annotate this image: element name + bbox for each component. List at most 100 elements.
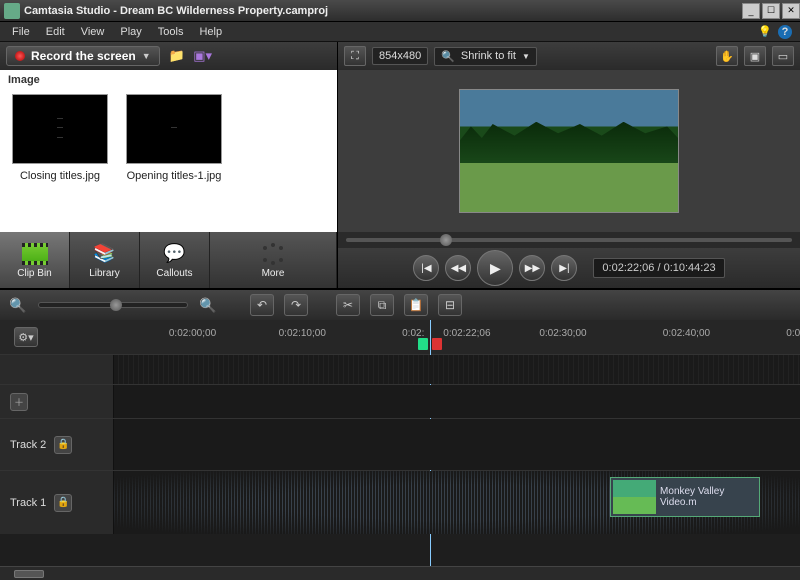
menu-view[interactable]: View [73, 24, 113, 40]
thumbnail-label: Opening titles-1.jpg [127, 170, 222, 182]
paste-button[interactable]: 📋 [404, 294, 428, 316]
ruler-tick: 0:02: [402, 328, 424, 339]
preview-toolbar: ⛶ 854x480 🔍Shrink to fit▼ ✋ ▣ ▭ [338, 42, 800, 70]
minimize-button[interactable]: _ [742, 3, 760, 19]
ruler-tick: 0:00: [786, 328, 800, 339]
video-frame [459, 89, 679, 213]
import-dropdown-button[interactable]: ▣▾ [194, 48, 212, 64]
record-screen-button[interactable]: Record the screen ▼ [6, 46, 160, 66]
track-label: Track 2 [10, 439, 46, 451]
clipbin-item[interactable]: ········· Closing titles.jpg [10, 94, 110, 182]
scrub-bar[interactable] [338, 232, 800, 248]
track-label: Track 1 [10, 497, 46, 509]
zoom-dropdown[interactable]: 🔍Shrink to fit▼ [434, 47, 537, 66]
clip-label: Monkey Valley Video.m [660, 486, 757, 508]
rewind-button[interactable]: ◀◀ [445, 255, 471, 281]
timeline-ruler[interactable]: ⚙▾ 0:02:00;00 0:02:10;00 0:02: 0:02:22;06 0:… [0, 320, 800, 354]
thumbnail-image: ········· [12, 94, 108, 164]
chevron-down-icon: ▼ [142, 51, 151, 61]
timeline-clip[interactable]: Monkey Valley Video.m [610, 477, 760, 517]
track-spacer [0, 354, 800, 384]
callouts-icon: 💬 [161, 242, 189, 266]
clip-bin: Image ········· Closing titles.jpg ··· O… [0, 70, 337, 232]
dimensions-field[interactable]: 854x480 [372, 47, 428, 65]
record-label: Record the screen [31, 49, 136, 63]
fullscreen-button[interactable]: ▣ [744, 46, 766, 66]
detach-button[interactable]: ▭ [772, 46, 794, 66]
cut-button[interactable]: ✂ [336, 294, 360, 316]
titlebar: Camtasia Studio - Dream BC Wilderness Pr… [0, 0, 800, 22]
prev-clip-button[interactable]: |◀ [413, 255, 439, 281]
chevron-down-icon: ▼ [522, 52, 530, 61]
track-lane[interactable] [114, 419, 800, 470]
ruler-tick: 0:02:30;00 [539, 328, 586, 339]
timeline-scrollbar[interactable] [0, 566, 800, 580]
menu-tools[interactable]: Tools [150, 24, 192, 40]
copy-button[interactable]: ⧉ [370, 294, 394, 316]
split-button[interactable]: ⊟ [438, 294, 462, 316]
app-icon [4, 3, 20, 19]
search-icon: 🔍 [441, 50, 455, 63]
preview-canvas[interactable] [338, 70, 800, 232]
tab-more[interactable]: More [210, 232, 337, 288]
menu-file[interactable]: File [4, 24, 38, 40]
menu-help[interactable]: Help [191, 24, 230, 40]
undo-button[interactable]: ↶ [250, 294, 274, 316]
zoom-out-button[interactable]: 🔍 [8, 295, 28, 315]
next-clip-button[interactable]: ▶| [551, 255, 577, 281]
ruler-tick: 0:02:00;00 [169, 328, 216, 339]
playhead-handle[interactable] [418, 338, 442, 352]
left-pane: Record the screen ▼ 📁 ▣▾ Image ·········… [0, 42, 338, 288]
ruler-tick: 0:02:10;00 [279, 328, 326, 339]
timeline-toolbar: 🔍 🔍 ↶ ↷ ✂ ⧉ 📋 ⊟ [0, 290, 800, 320]
more-icon [262, 243, 284, 265]
zoom-in-button[interactable]: 🔍 [198, 295, 218, 315]
import-media-button[interactable]: 📁 [168, 48, 186, 64]
left-toolbar: Record the screen ▼ 📁 ▣▾ [0, 42, 337, 70]
timeline: 🔍 🔍 ↶ ↷ ✂ ⧉ 📋 ⊟ ⚙▾ 0:02:00;00 0:02:10;00 0… [0, 288, 800, 580]
menu-edit[interactable]: Edit [38, 24, 73, 40]
tips-icon[interactable]: 💡 [758, 25, 772, 39]
tab-clip-bin[interactable]: Clip Bin [0, 232, 70, 288]
timeline-settings-button[interactable]: ⚙▾ [14, 327, 38, 347]
editing-dimensions-button[interactable]: ⛶ [344, 46, 366, 66]
zoom-knob[interactable] [110, 299, 122, 311]
forward-button[interactable]: ▶▶ [519, 255, 545, 281]
clipbin-header: Image [0, 70, 337, 88]
thumbnail-label: Closing titles.jpg [20, 170, 100, 182]
menubar: File Edit View Play Tools Help 💡 ? [0, 22, 800, 42]
clipbin-icon [22, 243, 48, 265]
tab-library[interactable]: 📚 Library [70, 232, 140, 288]
timecode-display: 0:02:22;06 / 0:10:44:23 [593, 258, 724, 278]
lock-icon[interactable]: 🔒 [54, 436, 72, 454]
scrollbar-thumb[interactable] [14, 570, 44, 578]
track-lane[interactable]: Monkey Valley Video.m [114, 471, 800, 534]
playback-controls: |◀ ◀◀ ▶ ▶▶ ▶| 0:02:22;06 / 0:10:44:23 [338, 248, 800, 288]
ruler-tick: 0:02:40;00 [663, 328, 710, 339]
menu-play[interactable]: Play [112, 24, 149, 40]
scrub-knob[interactable] [440, 234, 452, 246]
close-button[interactable]: ✕ [782, 3, 800, 19]
thumbnail-image: ··· [126, 94, 222, 164]
zoom-slider[interactable] [38, 302, 188, 308]
timeline-tracks: ＋ Track 2 🔒 Track 1 🔒 Monkey Valley Video.… [0, 354, 800, 566]
library-icon: 📚 [91, 242, 119, 266]
lock-icon[interactable]: 🔒 [54, 494, 72, 512]
play-button[interactable]: ▶ [477, 250, 513, 286]
redo-button[interactable]: ↷ [284, 294, 308, 316]
window-title: Camtasia Studio - Dream BC Wilderness Pr… [24, 5, 328, 17]
track-1: Track 1 🔒 Monkey Valley Video.m [0, 470, 800, 534]
tool-tabs: Clip Bin 📚 Library 💬 Callouts More [0, 232, 337, 288]
clip-thumbnail [613, 480, 656, 514]
track-2: Track 2 🔒 [0, 418, 800, 470]
pan-button[interactable]: ✋ [716, 46, 738, 66]
track-add-row: ＋ [0, 384, 800, 418]
tab-callouts[interactable]: 💬 Callouts [140, 232, 210, 288]
add-track-button[interactable]: ＋ [10, 393, 28, 411]
preview-pane: ⛶ 854x480 🔍Shrink to fit▼ ✋ ▣ ▭ |◀ ◀◀ ▶ … [338, 42, 800, 288]
clipbin-item[interactable]: ··· Opening titles-1.jpg [124, 94, 224, 182]
maximize-button[interactable]: ☐ [762, 3, 780, 19]
help-icon[interactable]: ? [778, 25, 792, 39]
ruler-tick: 0:02:22;06 [443, 328, 490, 339]
record-icon [15, 51, 25, 61]
